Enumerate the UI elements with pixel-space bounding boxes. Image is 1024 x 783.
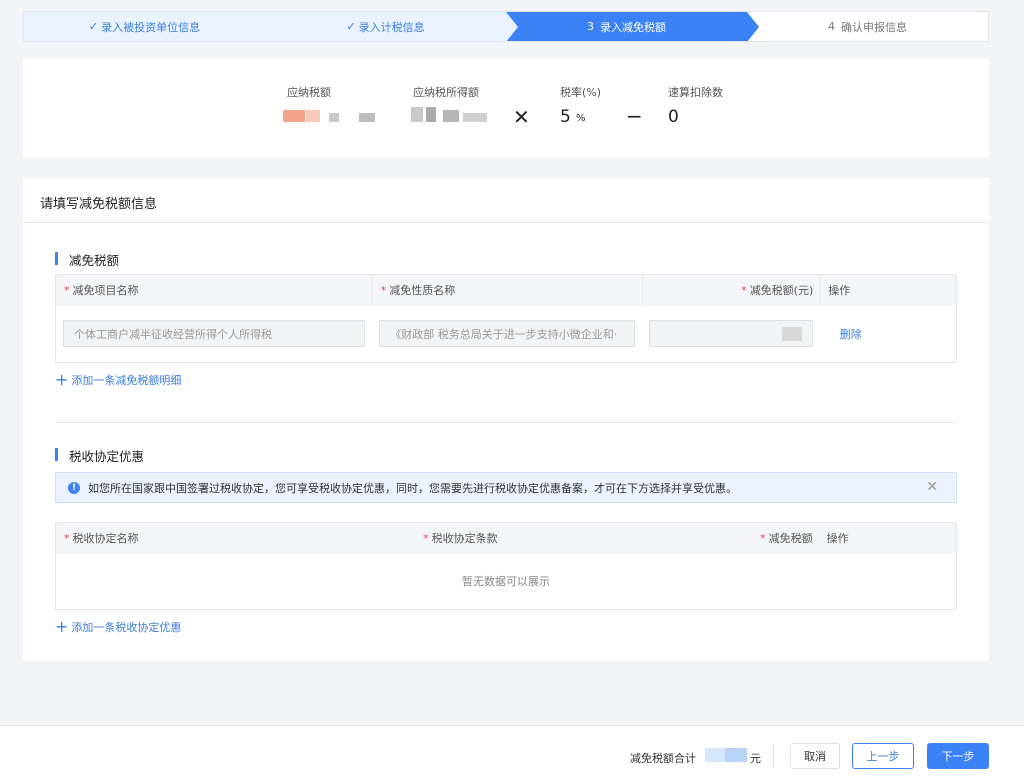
prev-step-button[interactable]: 上一步 bbox=[852, 743, 914, 769]
next-step-button[interactable]: 下一步 bbox=[927, 743, 989, 769]
plus-icon: + bbox=[55, 617, 69, 636]
cancel-button[interactable]: 取消 bbox=[790, 743, 840, 769]
add-treaty-link[interactable]: + 添加一条税收协定优惠 bbox=[55, 619, 181, 635]
step-label: 确认申报信息 bbox=[841, 20, 907, 34]
plus-icon: + bbox=[55, 370, 69, 389]
tax-payable-value-redacted bbox=[306, 110, 320, 122]
treaty-notice: ! 如您所在国家跟中国签署过税收协定，您可享受税收协定优惠，同时，您需要先进行税… bbox=[55, 472, 957, 503]
add-exemption-label: 添加一条减免税额明细 bbox=[71, 374, 182, 387]
multiply-icon: ✕ bbox=[513, 105, 530, 129]
footer-divider bbox=[773, 746, 774, 766]
step-1[interactable]: ✓ 录入被投资单位信息 bbox=[24, 12, 277, 42]
rate-value: 5 bbox=[560, 107, 571, 127]
check-icon: ✓ bbox=[346, 20, 356, 33]
taxable-income-value-redacted bbox=[443, 110, 459, 122]
sum-value-redacted bbox=[725, 748, 747, 762]
taxable-income-value-redacted bbox=[411, 107, 423, 122]
taxable-income-label: 应纳税所得额 bbox=[413, 86, 479, 99]
separator-redacted bbox=[359, 113, 375, 122]
sum-label: 减免税额合计 bbox=[630, 752, 696, 765]
check-icon: ✓ bbox=[88, 20, 99, 33]
rate-label: 税率(%) bbox=[560, 86, 602, 99]
col-item-name: * 减免项目名称 bbox=[55, 274, 373, 306]
step-4[interactable]: 4 确认申报信息 bbox=[747, 12, 988, 41]
add-exemption-link[interactable]: + 添加一条减免税额明细 bbox=[55, 372, 181, 388]
amount-input[interactable] bbox=[649, 320, 813, 348]
notice-text: 如您所在国家跟中国签署过税收协定，您可享受税收协定优惠，同时，您需要先进行税收协… bbox=[88, 481, 737, 495]
deduction-value: 0 bbox=[668, 107, 679, 127]
step-2[interactable]: ✓ 录入计税信息 bbox=[265, 12, 518, 42]
tax-payable-value-redacted bbox=[329, 113, 339, 122]
footer-bar: 减免税额合计 元 取消 上一步 下一步 bbox=[0, 725, 1024, 783]
exemption-section-title: 减免税额 bbox=[55, 250, 119, 269]
step-number: 3 bbox=[587, 20, 594, 33]
steps-bar: ✓ 录入被投资单位信息 ✓ 录入计税信息 3 录入减免税额 4 确认申报信息 bbox=[23, 11, 989, 42]
taxable-income-value-redacted bbox=[463, 113, 487, 122]
col-treaty-amount: * 减免税额 bbox=[744, 522, 819, 554]
rate-unit: % bbox=[576, 113, 586, 124]
step-label: 录入计税信息 bbox=[358, 20, 425, 34]
step-label: 录入减免税额 bbox=[600, 20, 666, 34]
amount-value-redacted bbox=[781, 326, 802, 341]
sum-value-redacted bbox=[705, 748, 725, 762]
delete-link[interactable]: 删除 bbox=[840, 328, 862, 341]
exemption-card: 请填写减免税额信息 减免税额 * 减免项目名称 * 减免性质名称 * 减免税额(元) … bbox=[23, 178, 989, 661]
col-treaty-name: * 税收协定名称 bbox=[55, 522, 416, 554]
treaty-table: * 税收协定名称 * 税收协定条款 * 减免税额 操作 暂无数据可以展示 bbox=[55, 522, 957, 610]
step-label: 录入被投资单位信息 bbox=[101, 20, 201, 34]
col-treaty-clause: * 税收协定条款 bbox=[415, 522, 745, 554]
col-amount: * 减免税额(元) bbox=[642, 274, 821, 306]
taxable-income-value-redacted bbox=[426, 107, 436, 122]
close-icon[interactable]: ✕ bbox=[926, 479, 938, 495]
col-treaty-action: 操作 bbox=[818, 522, 957, 554]
nature-name-input[interactable]: 《财政部 税务总局关于进一步支持小微企业和· bbox=[379, 320, 636, 348]
empty-state: 暂无数据可以展示 bbox=[55, 553, 957, 610]
col-nature-name: * 减免性质名称 bbox=[372, 274, 643, 306]
step-number: 4 bbox=[828, 20, 835, 33]
info-icon: ! bbox=[68, 481, 80, 494]
card-title: 请填写减免税额信息 bbox=[40, 197, 158, 212]
deduction-label: 速算扣除数 bbox=[668, 86, 723, 99]
exemption-table: * 减免项目名称 * 减免性质名称 * 减免税额(元) 操作 个体工商户减半征收经营所… bbox=[55, 274, 957, 363]
col-action: 操作 bbox=[819, 274, 957, 306]
table-row: 个体工商户减半征收经营所得个人所得税 《财政部 税务总局关于进一步支持小微企业和… bbox=[55, 305, 957, 363]
item-name-input[interactable]: 个体工商户减半征收经营所得个人所得税 bbox=[63, 320, 366, 348]
tax-payable-label: 应纳税额 bbox=[287, 86, 331, 99]
minus-icon: − bbox=[626, 104, 643, 128]
tax-formula-panel: 应纳税额 应纳税所得额 ✕ 税率(%) 5 % − 速算扣除数 0 bbox=[23, 58, 989, 158]
step-3[interactable]: 3 录入减免税额 bbox=[506, 12, 759, 42]
add-treaty-label: 添加一条税收协定优惠 bbox=[71, 621, 182, 634]
treaty-section-title: 税收协定优惠 bbox=[55, 446, 144, 465]
section-divider bbox=[55, 422, 957, 423]
sum-unit: 元 bbox=[750, 752, 761, 765]
tax-payable-value-redacted bbox=[283, 110, 305, 122]
card-divider bbox=[23, 222, 989, 223]
